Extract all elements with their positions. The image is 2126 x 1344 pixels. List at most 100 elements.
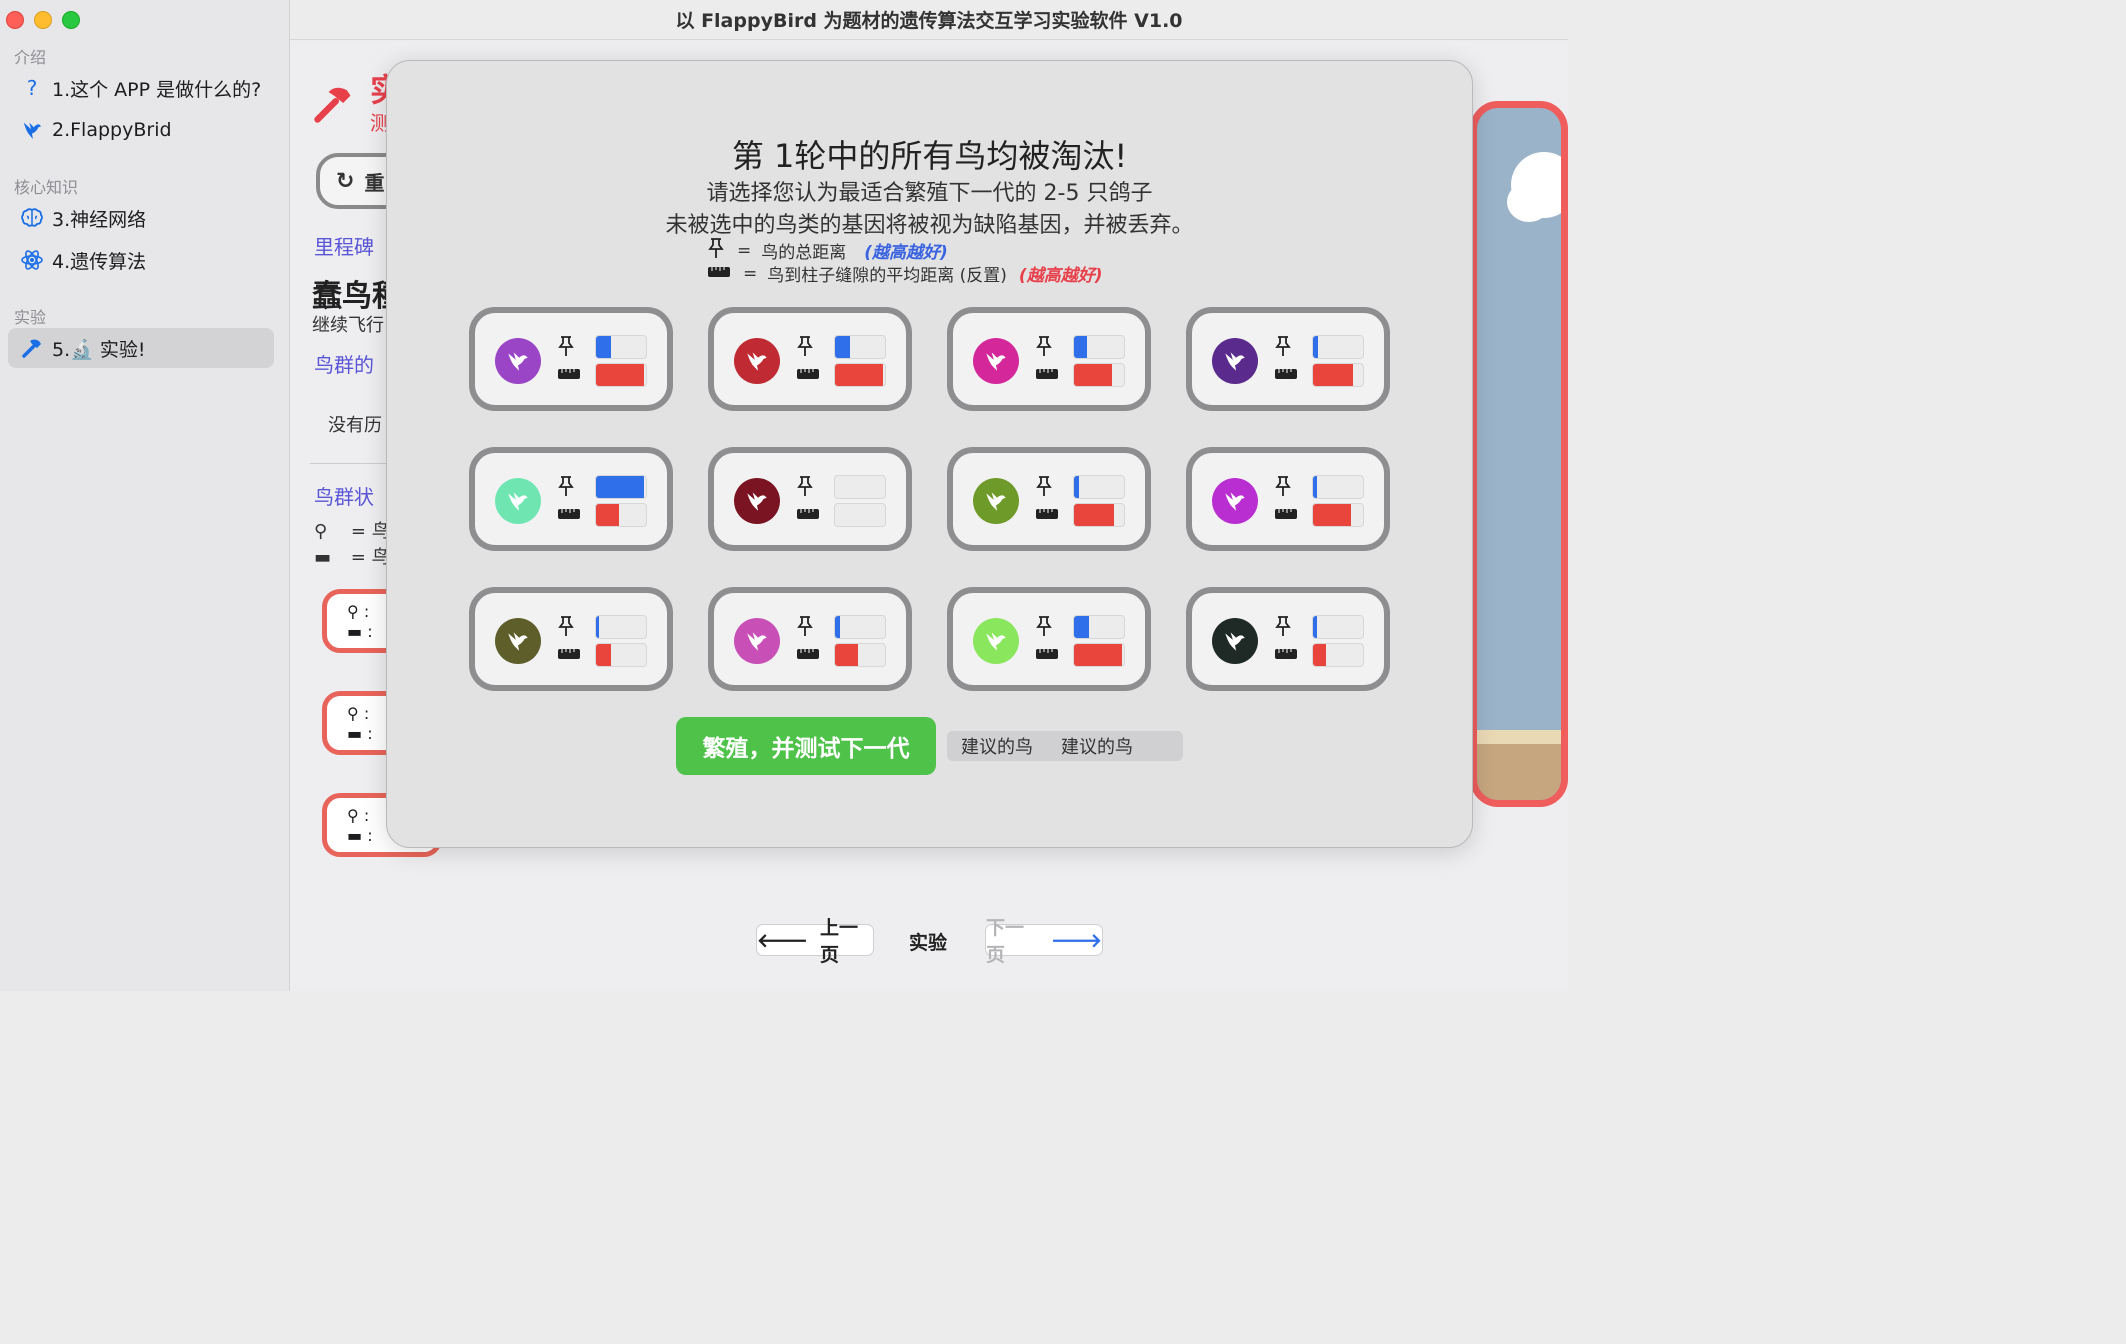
window-controls	[6, 11, 80, 29]
sidebar-item-neural-network[interactable]: 3.神经网络	[8, 198, 274, 238]
bird-icon	[734, 618, 780, 664]
ruler-icon	[796, 365, 822, 384]
bird-card[interactable]	[1186, 307, 1390, 411]
distance-bar	[595, 475, 647, 499]
metric-icons	[557, 615, 583, 664]
pin-icon	[557, 335, 583, 361]
sidebar-item-label: 2.FlappyBrid	[52, 119, 172, 141]
ruler-icon: ▬	[314, 547, 332, 568]
sidebar-item-flappybird[interactable]: 2.FlappyBrid	[8, 110, 274, 150]
distance-bar	[1312, 475, 1364, 499]
ruler-icon	[1035, 505, 1061, 524]
legend-gap: = 鸟到柱子缝隙的平均距离 (反置) (越高越好)	[707, 261, 1102, 286]
arrow-left-icon: 🡐	[757, 929, 808, 952]
pin-icon	[1035, 475, 1061, 501]
metric-icons	[1274, 335, 1300, 384]
bird-card[interactable]	[708, 447, 912, 551]
reset-icon: ↻	[336, 168, 355, 194]
legend-distance: = 鸟的总距离 (越高越好)	[707, 237, 948, 264]
ruler-icon	[1035, 365, 1061, 384]
metric-icons	[796, 335, 822, 384]
sidebar-item-genetic-algorithm[interactable]: 4.遗传算法	[8, 240, 274, 280]
hammer-icon	[312, 81, 356, 129]
suggested-bird-button[interactable]: 建议的鸟	[1047, 733, 1147, 759]
distance-bar	[834, 615, 886, 639]
gap-bar	[595, 363, 647, 387]
close-window-button[interactable]	[6, 11, 24, 29]
bird-card[interactable]	[947, 307, 1151, 411]
bird-card[interactable]	[1186, 447, 1390, 551]
ground-decoration	[1477, 730, 1561, 800]
bird-card[interactable]	[708, 587, 912, 691]
distance-bar	[834, 335, 886, 359]
bird-icon	[1212, 338, 1258, 384]
bird-card[interactable]	[947, 447, 1151, 551]
distance-bar	[1073, 335, 1125, 359]
current-page-label: 实验	[909, 932, 948, 954]
ruler-icon	[557, 645, 583, 664]
bird-icon	[1212, 478, 1258, 524]
flock-history-link[interactable]: 鸟群的	[314, 349, 374, 378]
suggested-bird-button[interactable]: 建议的鸟	[947, 733, 1047, 759]
bird-icon	[495, 618, 541, 664]
sidebar-item-about[interactable]: ? 1.这个 APP 是做什么的?	[8, 68, 274, 108]
breeding-dialog: 第 1轮中的所有鸟均被淘汰! 请选择您认为最适合繁殖下一代的 2-5 只鸽子 未…	[386, 60, 1473, 848]
bird-icon	[1212, 618, 1258, 664]
minimize-window-button[interactable]	[34, 11, 52, 29]
bird-icon	[973, 618, 1019, 664]
milestone-link[interactable]: 里程碑	[314, 231, 374, 260]
pin-icon	[1274, 615, 1300, 641]
sidebar: 介绍 ? 1.这个 APP 是做什么的? 2.FlappyBrid 核心知识 3…	[0, 0, 290, 991]
pin-icon	[1274, 335, 1300, 361]
gap-bar	[1312, 503, 1364, 527]
question-icon: ?	[26, 76, 38, 100]
metric-icons	[1035, 475, 1061, 524]
bird-card[interactable]	[469, 307, 673, 411]
dialog-warning: 未被选中的鸟类的基因将被视为缺陷基因，并被丢弃。	[665, 213, 1194, 238]
pin-icon	[707, 237, 725, 264]
bird-card[interactable]	[469, 447, 673, 551]
bird-card[interactable]	[947, 587, 1151, 691]
gap-bar	[595, 643, 647, 667]
next-page-button[interactable]: 下一页 🡒	[985, 917, 1103, 966]
breed-button[interactable]: 繁殖，并测试下一代	[676, 717, 936, 775]
gap-bar	[1073, 363, 1125, 387]
gap-bar	[595, 503, 647, 527]
sidebar-item-label: 4.遗传算法	[52, 250, 147, 273]
metric-icons	[796, 615, 822, 664]
pin-icon	[796, 335, 822, 361]
bird-card[interactable]	[708, 307, 912, 411]
flock-status-link[interactable]: 鸟群状	[314, 481, 374, 510]
bird-icon	[495, 338, 541, 384]
gap-bar	[834, 363, 886, 387]
arrow-right-icon: 🡒	[1051, 929, 1102, 952]
distance-bar	[834, 475, 886, 499]
metric-icons	[1035, 615, 1061, 664]
gap-bar	[1073, 503, 1125, 527]
sidebar-item-label: 1.这个 APP 是做什么的?	[52, 78, 262, 101]
prev-page-button[interactable]: 🡐 上一页	[756, 917, 874, 966]
sidebar-item-experiment[interactable]: 5.🔬 实验!	[8, 328, 274, 368]
no-history-text: 没有历	[328, 415, 382, 436]
ruler-icon	[796, 505, 822, 524]
ruler-icon	[1274, 505, 1300, 524]
bird-card[interactable]	[469, 587, 673, 691]
hammer-icon	[20, 336, 44, 360]
reset-label: 重	[364, 170, 385, 195]
bird-icon	[20, 118, 44, 142]
metric-icons	[557, 335, 583, 384]
gap-bar	[1073, 643, 1125, 667]
sidebar-section-experiment: 实验	[14, 308, 47, 327]
dialog-instruction: 请选择您认为最适合繁殖下一代的 2-5 只鸽子	[706, 181, 1153, 206]
pin-icon	[557, 615, 583, 641]
bird-icon	[973, 478, 1019, 524]
legend-gap-mini: ▬ = 鸟	[314, 547, 390, 568]
bird-icon	[734, 478, 780, 524]
legend-distance-mini: ⚲ = 鸟	[314, 521, 390, 542]
dialog-title: 第 1轮中的所有鸟均被淘汰!	[731, 137, 1128, 175]
suggested-birds: 建议的鸟 建议的鸟	[947, 731, 1183, 761]
zoom-window-button[interactable]	[62, 11, 80, 29]
brain-icon	[20, 206, 44, 230]
bird-card[interactable]	[1186, 587, 1390, 691]
distance-bar	[1312, 335, 1364, 359]
